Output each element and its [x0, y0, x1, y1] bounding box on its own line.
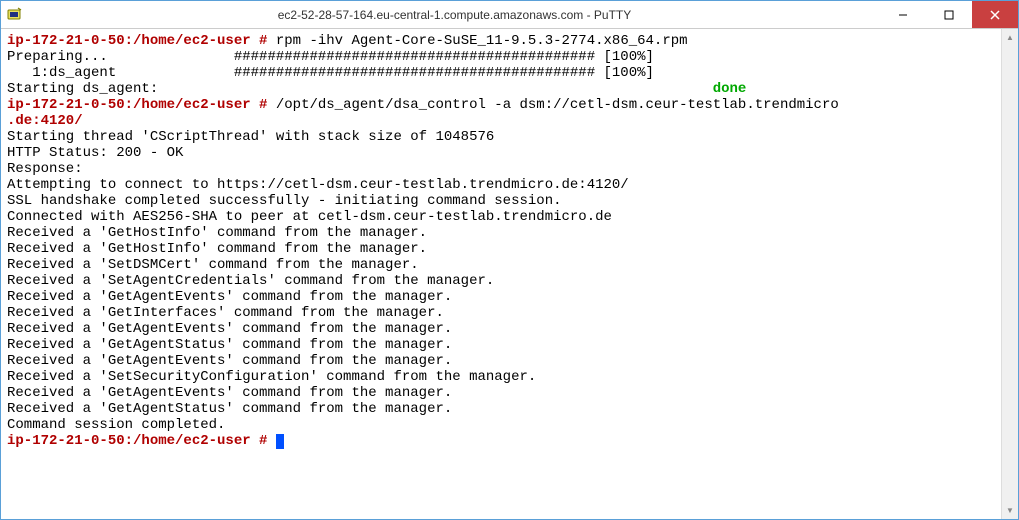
terminal[interactable]: ip-172-21-0-50:/home/ec2-user # rpm -ihv… [1, 29, 1001, 519]
terminal-line: Received a 'GetAgentEvents' command from… [7, 321, 452, 337]
maximize-button[interactable] [926, 1, 972, 28]
shell-prompt: ip-172-21-0-50:/home/ec2-user # [7, 33, 267, 49]
terminal-line: Received a 'SetDSMCert' command from the… [7, 257, 419, 273]
terminal-line: Received a 'GetAgentStatus' command from… [7, 337, 452, 353]
shell-prompt: ip-172-21-0-50:/home/ec2-user # [7, 433, 267, 449]
terminal-line: Response: [7, 161, 83, 177]
command-wrap: .de:4120/ [7, 113, 83, 129]
status-done: done [713, 81, 747, 97]
close-button[interactable] [972, 1, 1018, 28]
titlebar[interactable]: ec2-52-28-57-164.eu-central-1.compute.am… [1, 1, 1018, 29]
terminal-line: SSL handshake completed successfully - i… [7, 193, 562, 209]
minimize-button[interactable] [880, 1, 926, 28]
terminal-line: Connected with AES256-SHA to peer at cet… [7, 209, 612, 225]
terminal-line: Starting thread 'CScriptThread' with sta… [7, 129, 494, 145]
terminal-line: Received a 'SetSecurityConfiguration' co… [7, 369, 536, 385]
scroll-up-icon[interactable]: ▲ [1002, 29, 1018, 46]
window-title: ec2-52-28-57-164.eu-central-1.compute.am… [29, 8, 880, 22]
scrollbar[interactable]: ▲ ▼ [1001, 29, 1018, 519]
terminal-line: Starting ds_agent: [7, 81, 713, 97]
command-text: rpm -ihv Agent-Core-SuSE_11-9.5.3-2774.x… [276, 33, 688, 49]
cursor [276, 434, 284, 449]
terminal-line: Received a 'GetHostInfo' command from th… [7, 225, 427, 241]
terminal-line: Received a 'GetHostInfo' command from th… [7, 241, 427, 257]
terminal-line: Received a 'GetAgentStatus' command from… [7, 401, 452, 417]
terminal-line: HTTP Status: 200 - OK [7, 145, 183, 161]
terminal-line: 1:ds_agent #############################… [7, 65, 654, 81]
terminal-line: Command session completed. [7, 417, 225, 433]
terminal-line: Received a 'GetInterfaces' command from … [7, 305, 444, 321]
putty-window: ec2-52-28-57-164.eu-central-1.compute.am… [0, 0, 1019, 520]
terminal-line: Preparing... ###########################… [7, 49, 654, 65]
terminal-area: ip-172-21-0-50:/home/ec2-user # rpm -ihv… [1, 29, 1018, 519]
terminal-line: Received a 'GetAgentEvents' command from… [7, 385, 452, 401]
command-text: /opt/ds_agent/dsa_control -a dsm://cetl-… [276, 97, 839, 113]
terminal-line: Attempting to connect to https://cetl-ds… [7, 177, 629, 193]
shell-prompt: ip-172-21-0-50:/home/ec2-user # [7, 97, 267, 113]
terminal-line: Received a 'GetAgentEvents' command from… [7, 289, 452, 305]
window-controls [880, 1, 1018, 28]
putty-icon [1, 1, 29, 29]
terminal-line: Received a 'SetAgentCredentials' command… [7, 273, 494, 289]
terminal-line: Received a 'GetAgentEvents' command from… [7, 353, 452, 369]
scroll-down-icon[interactable]: ▼ [1002, 502, 1018, 519]
